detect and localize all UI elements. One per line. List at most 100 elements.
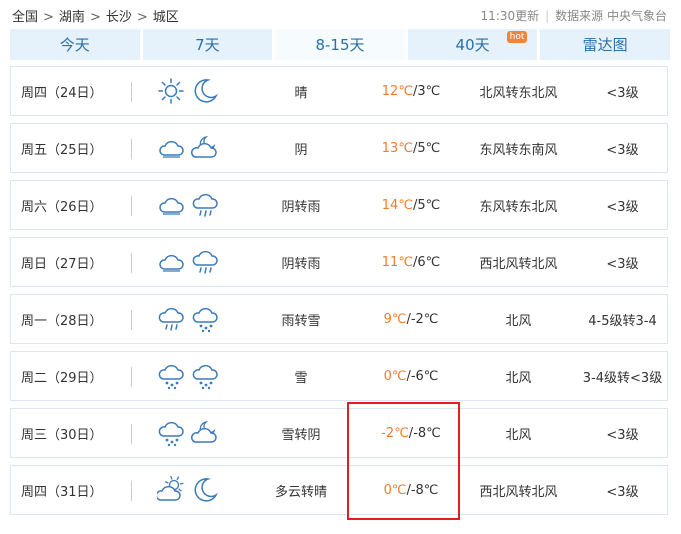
temperature-low: -2℃ (410, 311, 439, 327)
row-divider (131, 82, 132, 102)
row-divider (131, 139, 132, 159)
tab-label: 雷达图 (582, 36, 628, 54)
wind-level: <3级 (606, 427, 639, 443)
row-divider (131, 310, 132, 330)
cloud-icon (159, 140, 184, 158)
wind-level: 4-5级转3-4 (588, 313, 657, 329)
wind-level: <3级 (606, 85, 639, 101)
weather-description: 阴 (294, 142, 308, 158)
forecast-row: 周四（31日） 多云转晴 0℃ / -8℃ 西北风转北风 <3级 (10, 465, 668, 515)
temperature-low: 3℃ (417, 83, 441, 99)
update-time: 11:30更新 (480, 9, 540, 23)
forecast-day: 周一（28日） (21, 313, 103, 329)
forecast-day: 周日（27日） (21, 256, 103, 272)
wind-level: <3级 (606, 199, 639, 215)
update-info: 11:30更新 | 数据来源 中央气象台 (481, 7, 667, 24)
moon-icon (194, 79, 219, 103)
rain-icon (192, 250, 218, 274)
temperature-low: 6℃ (417, 254, 441, 270)
forecast-row: 周四（24日） 晴 12℃/3℃ 北风转东北风 <3级 (10, 66, 668, 116)
meta-divider: | (545, 9, 550, 23)
temperature-low: 5℃ (417, 197, 441, 213)
weather-icons (157, 67, 223, 115)
temperature-high: 9℃ (383, 311, 407, 327)
temperature-range: 12℃/3℃ (361, 67, 461, 115)
row-divider (131, 367, 132, 387)
wind-direction: 东风转东南风 (479, 142, 558, 158)
data-source: 数据来源 中央气象台 (555, 9, 667, 23)
row-divider (131, 481, 132, 501)
moon-icon (194, 478, 219, 502)
weather-icons (157, 295, 223, 343)
weather-description: 雨转雪 (281, 313, 321, 329)
wind-direction: 北风转东北风 (479, 85, 558, 101)
breadcrumb: 全国 > 湖南 > 长沙 > 城区 (12, 6, 179, 25)
weather-description: 多云转晴 (274, 484, 327, 500)
tab-label: 8-15天 (315, 36, 365, 54)
forecast-row: 周日（27日） 阴转雨 11℃/6℃ 西北风转北风 <3级 (10, 237, 668, 287)
row-divider (131, 253, 132, 273)
temperature-high: 14℃ (381, 197, 413, 213)
breadcrumb-province[interactable]: 湖南 (59, 10, 85, 25)
forecast-day: 周三（30日） (21, 427, 103, 443)
weather-icons (157, 409, 223, 457)
weather-description: 雪 (294, 370, 308, 386)
forecast-tabs: 今天 7天 8-15天 40天 hot 雷达图 (10, 29, 670, 60)
tab-7-days[interactable]: 7天 (142, 29, 273, 60)
snow-icon (158, 364, 184, 390)
snow-icon (158, 421, 184, 447)
weather-icons (157, 124, 223, 172)
tab-8-15-days[interactable]: 8-15天 (275, 29, 405, 60)
tab-40-days[interactable]: 40天 hot (407, 29, 538, 60)
temperature-high: -2℃ (381, 425, 409, 441)
temperature-range: 11℃/6℃ (361, 238, 461, 286)
wind-direction: 西北风转北风 (479, 484, 558, 500)
tab-radar[interactable]: 雷达图 (540, 29, 670, 60)
sun-icon (158, 78, 184, 104)
breadcrumb-separator: > (89, 10, 101, 25)
forecast-row: 周二（29日） 雪 0℃ / -6℃ 北风 3-4级转<3级 (10, 351, 668, 401)
forecast-day: 周四（24日） (21, 85, 103, 101)
row-divider (131, 424, 132, 444)
forecast-row: 周六（26日） 阴转雨 14℃/5℃ 东风转东北风 <3级 (10, 180, 668, 230)
top-bar: 全国 > 湖南 > 长沙 > 城区 11:30更新 | 数据来源 中央气象台 (0, 0, 681, 28)
weather-icons (157, 352, 223, 400)
weather-description: 晴 (294, 85, 308, 101)
breadcrumb-national[interactable]: 全国 (12, 10, 38, 25)
weather-icons (157, 238, 223, 286)
temperature-range: 0℃ / -8℃ (361, 466, 461, 514)
wind-direction: 西北风转北风 (479, 256, 558, 272)
temperature-low: -6℃ (410, 368, 439, 384)
temperature-range: 14℃/5℃ (361, 181, 461, 229)
breadcrumb-district: 城区 (152, 10, 179, 25)
temperature-range: 13℃/5℃ (361, 124, 461, 172)
breadcrumb-separator: > (43, 10, 54, 25)
cloud-icon (159, 197, 184, 215)
forecast-row: 周五（25日） 阴 13℃/5℃ 东风转东南风 <3级 (10, 123, 668, 173)
tab-today[interactable]: 今天 (10, 29, 140, 60)
weather-icons (157, 466, 223, 514)
wind-level: <3级 (606, 256, 639, 272)
cloud-icon (159, 254, 184, 272)
tab-label: 今天 (59, 36, 90, 54)
forecast-day: 周五（25日） (21, 142, 103, 158)
temperature-high: 0℃ (383, 368, 407, 384)
forecast-day: 周二（29日） (21, 370, 103, 386)
forecast-day: 周四（31日） (21, 484, 103, 500)
temperature-high: 11℃ (381, 254, 413, 270)
tab-label: 40天 (455, 36, 490, 54)
weather-description: 雪转阴 (281, 427, 321, 443)
row-divider (131, 196, 132, 216)
wind-level: 3-4级转<3级 (582, 370, 663, 386)
wind-level: <3级 (606, 142, 639, 158)
cloudy-night-icon (191, 420, 217, 443)
weather-description: 阴转雨 (281, 199, 321, 215)
forecast-list: 周四（24日） 晴 12℃/3℃ 北风转东北风 <3级 周五（25日） 阴 13… (10, 66, 668, 522)
hot-badge: hot (506, 31, 528, 43)
weather-icons (157, 181, 223, 229)
wind-direction: 北风 (505, 427, 532, 443)
breadcrumb-city[interactable]: 长沙 (106, 10, 132, 25)
temperature-low: 5℃ (417, 140, 441, 156)
temperature-high: 12℃ (381, 83, 413, 99)
forecast-day: 周六（26日） (21, 199, 103, 215)
